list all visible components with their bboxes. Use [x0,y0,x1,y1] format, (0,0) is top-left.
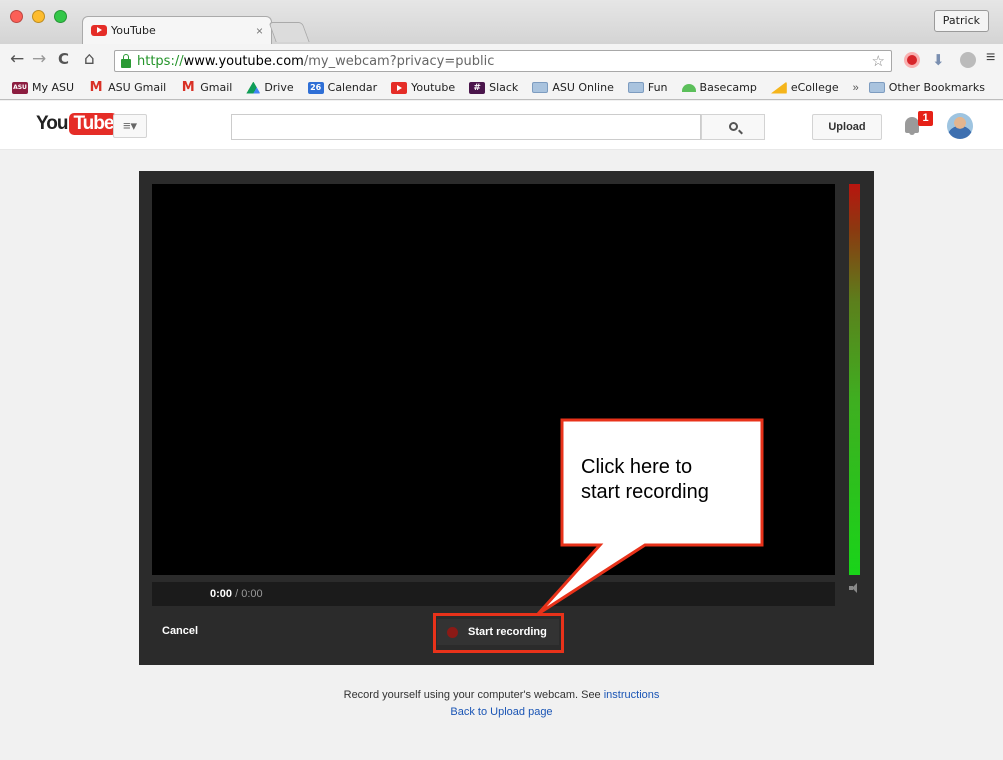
time-display: 0:00 / 0:00 [210,588,263,600]
bookmark-fun[interactable]: Fun [627,81,668,94]
bookmark-label: Youtube [411,81,456,94]
youtube-logo[interactable]: You Tube [36,113,118,135]
start-recording-button[interactable]: Start recording [437,619,559,645]
bookmark-slack[interactable]: # Slack [469,81,518,94]
logo-tube-text: Tube [69,113,118,135]
search-icon [729,122,738,131]
url-path: /my_webcam?privacy=public [303,53,495,69]
url-host: www.youtube.com [183,53,304,69]
asu-icon: ASU [12,81,28,94]
bookmark-ecollege[interactable]: eCollege [770,81,839,94]
forward-arrow-icon[interactable]: → [32,49,46,69]
bookmark-label: Slack [489,81,519,94]
youtube-icon [391,81,408,94]
address-bar[interactable]: https://www.youtube.com/my_webcam?privac… [114,50,892,72]
browser-menu-icon[interactable]: ≡ [986,49,995,67]
youtube-favicon-icon [91,25,107,36]
logo-you-text: You [36,113,69,134]
bookmarks-bar: ASU My ASU M ASU Gmail M Gmail Drive 26 Cale… [0,76,1003,100]
avatar[interactable] [947,113,973,139]
profile-button[interactable]: Patrick [933,10,989,32]
bookmark-my-asu[interactable]: ASU My ASU [12,81,74,94]
browser-tab-youtube[interactable]: YouTube × [82,16,272,44]
audio-level-meter [849,184,860,575]
bookmark-gmail[interactable]: M Gmail [180,79,233,95]
home-icon[interactable]: ⌂ [84,49,95,69]
bookmark-basecamp[interactable]: Basecamp [681,81,757,94]
browser-toolbar: ← → C ⌂ https://www.youtube.com/my_webca… [0,44,1003,76]
bookmark-drive[interactable]: Drive [246,81,294,94]
callout-line-1: Click here to [581,456,693,478]
tab-close-icon[interactable]: × [256,24,263,38]
reload-icon[interactable]: C [58,50,69,68]
bookmark-asu-gmail[interactable]: M ASU Gmail [88,79,167,95]
record-dot-icon [447,626,458,638]
bookmark-label: Other Bookmarks [888,81,985,94]
bookmark-label: ASU Online [552,81,614,94]
folder-icon [627,82,644,93]
url-scheme: https:// [137,53,184,69]
bookmark-label: Gmail [200,81,233,94]
bookmark-label: eCollege [790,81,839,94]
calendar-icon: 26 [307,81,324,94]
bookmark-label: Calendar [327,81,378,94]
slack-icon: # [469,81,486,94]
webcam-recorder: 0:00 / 0:00 Cancel Start recording [139,171,874,665]
recording-progress-bar: 0:00 / 0:00 [152,582,835,606]
bookmark-youtube[interactable]: Youtube [391,81,455,94]
bookmark-other-bookmarks[interactable]: Other Bookmarks [868,81,985,94]
guide-menu-button[interactable]: ≡▾ [113,114,147,138]
webcam-preview [152,184,835,575]
tab-title: YouTube [111,24,156,37]
bookmark-label: ASU Gmail [108,81,167,94]
back-arrow-icon[interactable]: ← [10,49,24,69]
window-minimize-icon[interactable] [32,10,45,23]
extension-stop-icon[interactable] [904,52,920,68]
folder-icon [532,82,549,93]
bookmark-label: My ASU [32,81,75,94]
bookmark-label: Drive [264,81,294,94]
cancel-button[interactable]: Cancel [162,625,198,637]
footer-text: Record yourself using your computer's we… [343,689,604,701]
search-input[interactable] [231,114,701,140]
ecollege-icon [770,81,787,94]
notification-badge: 1 [918,111,933,126]
back-link-row: Back to Upload page [0,706,1003,718]
gmail-icon: M [181,79,195,95]
back-to-upload-link[interactable]: Back to Upload page [450,706,552,718]
search-button[interactable] [701,114,765,140]
window-close-icon[interactable] [10,10,23,23]
new-tab-button[interactable] [268,22,310,42]
speaker-icon[interactable] [849,583,861,593]
time-current: 0:00 [210,588,233,600]
drive-icon [246,81,261,94]
bookmark-star-icon[interactable]: ☆ [872,52,885,70]
browser-titlebar: YouTube × Patrick [0,0,1003,44]
gmail-icon: M [89,79,103,95]
extension-download-icon[interactable]: ⬇ [932,51,948,69]
youtube-header: You Tube ≡▾ Upload 1 [0,101,1003,150]
basecamp-icon [681,83,696,92]
callout-text: Click here to start recording [581,455,751,505]
window-maximize-icon[interactable] [54,10,67,23]
instructions-link[interactable]: instructions [604,689,660,701]
bookmarks-overflow-chevron-icon[interactable]: » [853,82,859,94]
lock-icon [121,53,131,68]
upload-button[interactable]: Upload [812,114,882,140]
bookmark-calendar[interactable]: 26 Calendar [307,81,378,94]
folder-icon [868,82,885,93]
start-recording-label: Start recording [468,626,547,638]
webcam-instructions-text: Record yourself using your computer's we… [0,689,1003,701]
callout-line-2: start recording [581,481,709,503]
bookmark-asu-online[interactable]: ASU Online [532,81,614,94]
extension-gear-icon[interactable] [960,52,976,68]
time-total: 0:00 [241,588,263,600]
bookmark-label: Fun [647,81,668,94]
bookmark-label: Basecamp [699,81,757,94]
time-separator: / [232,588,242,600]
notification-bell-icon[interactable] [905,117,919,135]
